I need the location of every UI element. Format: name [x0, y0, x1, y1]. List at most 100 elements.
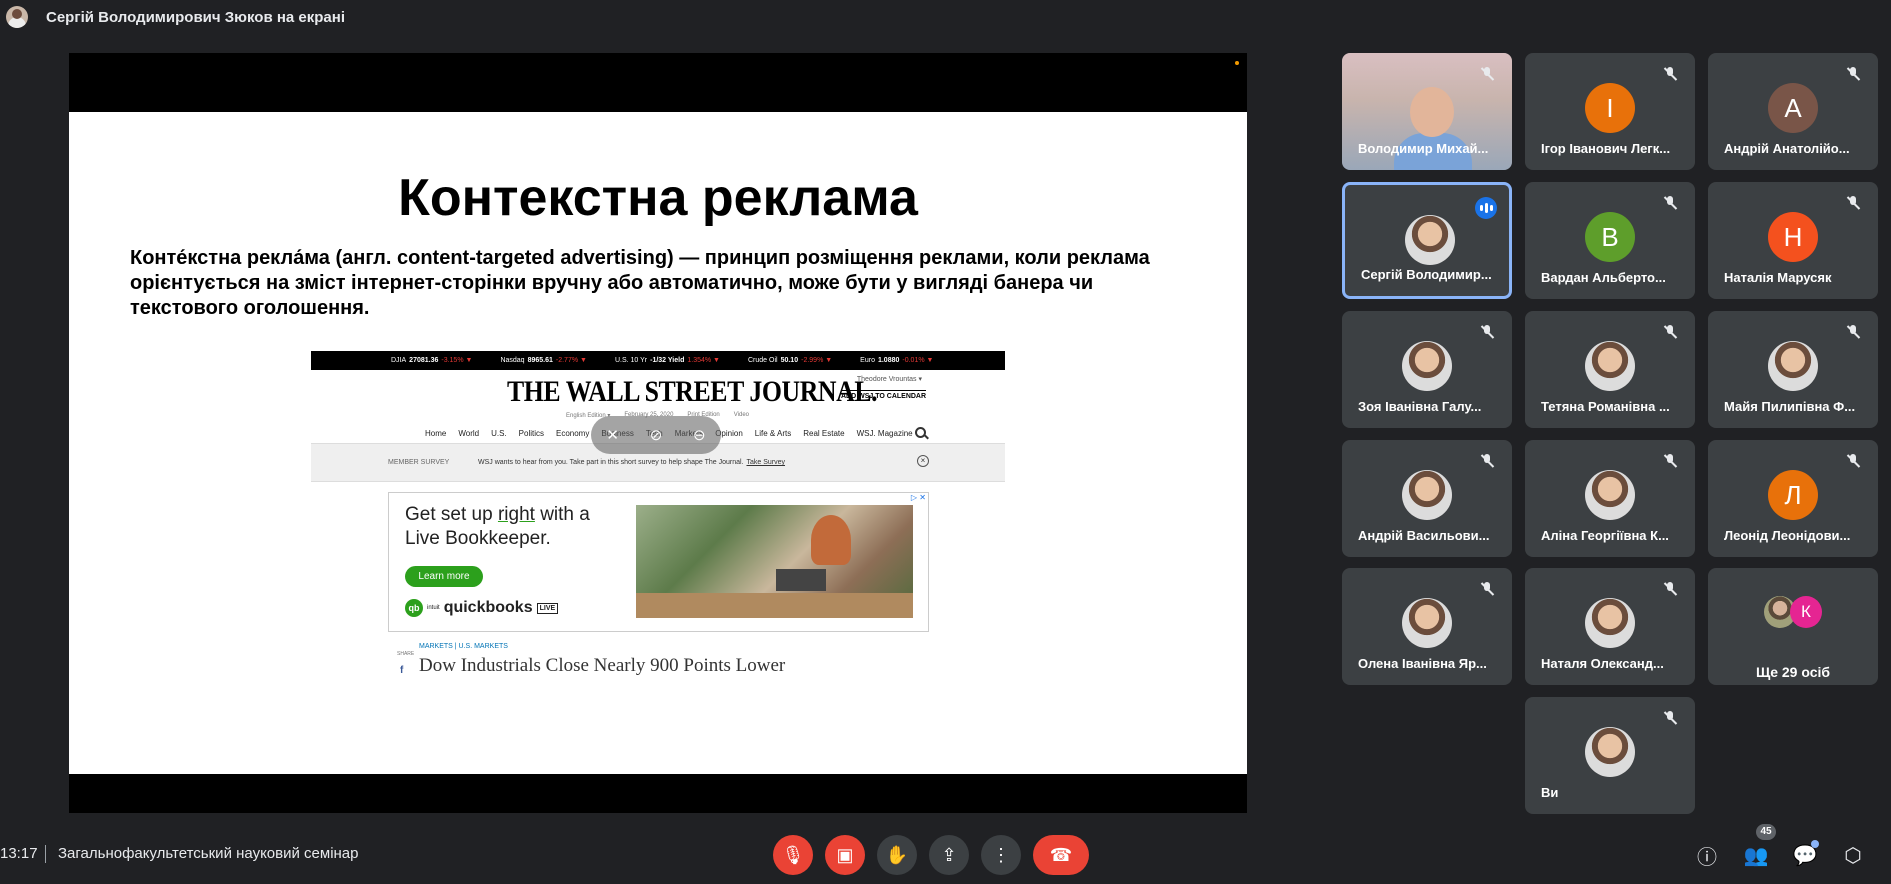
- top-bar: Сергій Володимирович Зюков на екрані: [0, 0, 1891, 34]
- mic-off-icon: [1663, 67, 1677, 81]
- avatar: [1405, 215, 1455, 265]
- participant-tile[interactable]: Аліна Георгіївна К...: [1525, 440, 1695, 557]
- avatar: А: [1768, 83, 1818, 133]
- present-icon: ⇪: [941, 844, 957, 865]
- camera-off-icon: ▣: [836, 844, 854, 865]
- raise-hand-button[interactable]: ✋: [877, 835, 917, 875]
- wsj-user: Theodore Vrountas ▾: [856, 376, 922, 383]
- participant-name: Вардан Альберто...: [1541, 270, 1666, 285]
- mic-off-icon: [1846, 67, 1860, 81]
- close-icon: ×: [917, 455, 929, 467]
- participant-name: Наталя Олександ...: [1541, 656, 1664, 671]
- nav-item: World: [458, 429, 480, 438]
- avatar: [1585, 470, 1635, 520]
- participant-tile[interactable]: Зоя Іванівна Галу...: [1342, 311, 1512, 428]
- share-label: SHARE: [397, 651, 415, 657]
- participant-tile[interactable]: Олена Іванівна Яр...: [1342, 568, 1512, 685]
- mic-off-icon: 🎙: [781, 844, 805, 865]
- participant-tile[interactable]: Володимир Михай...: [1342, 53, 1512, 170]
- presenter-label: Сергій Володимирович Зюков на екрані: [46, 8, 345, 26]
- mic-off-icon: [1663, 454, 1677, 468]
- ticker-item: Nasdaq 8965.61 -2.77% ▼: [500, 357, 587, 364]
- people-button[interactable]: 👥: [1741, 840, 1771, 870]
- people-count-badge: 45: [1756, 824, 1776, 840]
- volume-off-icon[interactable]: ⊘: [650, 426, 663, 444]
- participant-tile[interactable]: Ви: [1525, 697, 1695, 814]
- participant-tile[interactable]: В Вардан Альберто...: [1525, 182, 1695, 299]
- quickbooks-ad: ▷ ✕ Get set up right with a Live Bookkee…: [388, 492, 929, 632]
- participant-tile[interactable]: Тетяна Романівна ...: [1525, 311, 1695, 428]
- chat-notification-dot: [1811, 840, 1819, 848]
- participant-tile[interactable]: Наталя Олександ...: [1525, 568, 1695, 685]
- survey-message: WSJ wants to hear from you. Take part in…: [478, 459, 786, 466]
- participant-name: Ви: [1541, 785, 1559, 800]
- ad-headline: Get set up right with a Live Bookkeeper.: [405, 504, 590, 549]
- participant-tile[interactable]: І Ігор Іванович Легк...: [1525, 53, 1695, 170]
- camera-toggle-button[interactable]: ▣: [825, 835, 865, 875]
- avatar: [1402, 598, 1452, 648]
- search-icon: [915, 427, 926, 438]
- more-options-button[interactable]: ⋮: [981, 835, 1021, 875]
- ticker-item: U.S. 10 Yr -1/32 Yield 1.354% ▼: [614, 357, 720, 364]
- mic-off-icon: [1480, 67, 1494, 81]
- nav-item: Real Estate: [803, 429, 845, 438]
- participant-name: Зоя Іванівна Галу...: [1358, 399, 1482, 414]
- nav-item: Home: [425, 429, 447, 438]
- mic-off-icon: [1846, 196, 1860, 210]
- ad-learn-more-button: Learn more: [405, 566, 483, 587]
- slide: Контекстна реклама Конте́кстна рекла́ма …: [69, 112, 1247, 774]
- participant-tile[interactable]: А Андрій Анатолійо...: [1708, 53, 1878, 170]
- ad-choices-icon: ▷ ✕: [910, 493, 926, 502]
- avatar: Н: [1768, 212, 1818, 262]
- avatar: [1585, 598, 1635, 648]
- participant-tile[interactable]: Майя Пилипівна Ф...: [1708, 311, 1878, 428]
- participant-name: Наталія Марусяк: [1724, 270, 1832, 285]
- avatar: [1585, 341, 1635, 391]
- more-vert-icon: ⋮: [992, 844, 1010, 865]
- avatar: [1768, 341, 1818, 391]
- activities-icon: ⬡: [1844, 844, 1862, 867]
- participant-tile[interactable]: Л Леонід Леонідови...: [1708, 440, 1878, 557]
- survey-label: MEMBER SURVEY: [388, 459, 450, 466]
- more-participants-tile[interactable]: К Ще 29 осіб: [1708, 568, 1878, 685]
- avatar: [1402, 341, 1452, 391]
- mic-toggle-button[interactable]: 🎙: [773, 835, 813, 875]
- meeting-details-button[interactable]: ⓘ: [1692, 840, 1722, 870]
- present-screen-button[interactable]: ⇪: [929, 835, 969, 875]
- mic-off-icon: [1480, 325, 1494, 339]
- mic-off-icon: [1480, 454, 1494, 468]
- leave-call-button[interactable]: ☎: [1033, 835, 1089, 875]
- slide-body: Конте́кстна рекла́ма (англ. content-targ…: [130, 247, 1150, 319]
- participant-name: Олена Іванівна Яр...: [1358, 656, 1487, 671]
- participant-name: Володимир Михай...: [1358, 141, 1489, 156]
- clock: 13:17: [0, 845, 38, 862]
- participant-tile[interactable]: Н Наталія Марусяк: [1708, 182, 1878, 299]
- participant-name: Ігор Іванович Легк...: [1541, 141, 1671, 156]
- avatar: Л: [1768, 470, 1818, 520]
- nav-item: WSJ. Magazine: [856, 429, 913, 438]
- avatar: [1585, 727, 1635, 777]
- article-headline: Dow Industrials Close Nearly 900 Points …: [419, 655, 786, 676]
- info-icon: ⓘ: [1697, 846, 1717, 869]
- avatar: В: [1585, 212, 1635, 262]
- mic-off-icon: [1663, 711, 1677, 725]
- mic-off-icon[interactable]: ✕: [606, 426, 619, 444]
- sub-nav-item: Video: [733, 412, 750, 418]
- nav-item: Politics: [518, 429, 544, 438]
- people-icon: 👥: [1743, 844, 1769, 867]
- participant-name: Андрій Анатолійо...: [1724, 141, 1850, 156]
- market-ticker: DJIA 27081.36 -3.15% ▼ Nasdaq 8965.61 -2.77% …: [311, 351, 1005, 370]
- activities-button[interactable]: ⬡: [1838, 840, 1868, 870]
- ticker-item: Euro 1.0880 -0.01% ▼: [860, 357, 934, 364]
- video-overlay-controls[interactable]: ✕ ⊘ ⊖: [591, 416, 721, 454]
- nav-item: Life & Arts: [754, 429, 792, 438]
- wsj-masthead: THE WALL STREET JOURNAL.: [507, 375, 878, 408]
- participant-name: Леонід Леонідови...: [1724, 528, 1851, 543]
- participant-tile[interactable]: Андрій Васильови...: [1342, 440, 1512, 557]
- quickbooks-logo: qb intuit quickbooks LIVE: [405, 599, 559, 617]
- ad-image: [636, 505, 913, 618]
- participant-tile[interactable]: Сергій Володимир...: [1342, 182, 1512, 299]
- remove-icon[interactable]: ⊖: [693, 426, 706, 444]
- more-participants-label: Ще 29 осіб: [1755, 664, 1831, 680]
- presentation-stage[interactable]: Контекстна реклама Конте́кстна рекла́ма …: [69, 53, 1247, 813]
